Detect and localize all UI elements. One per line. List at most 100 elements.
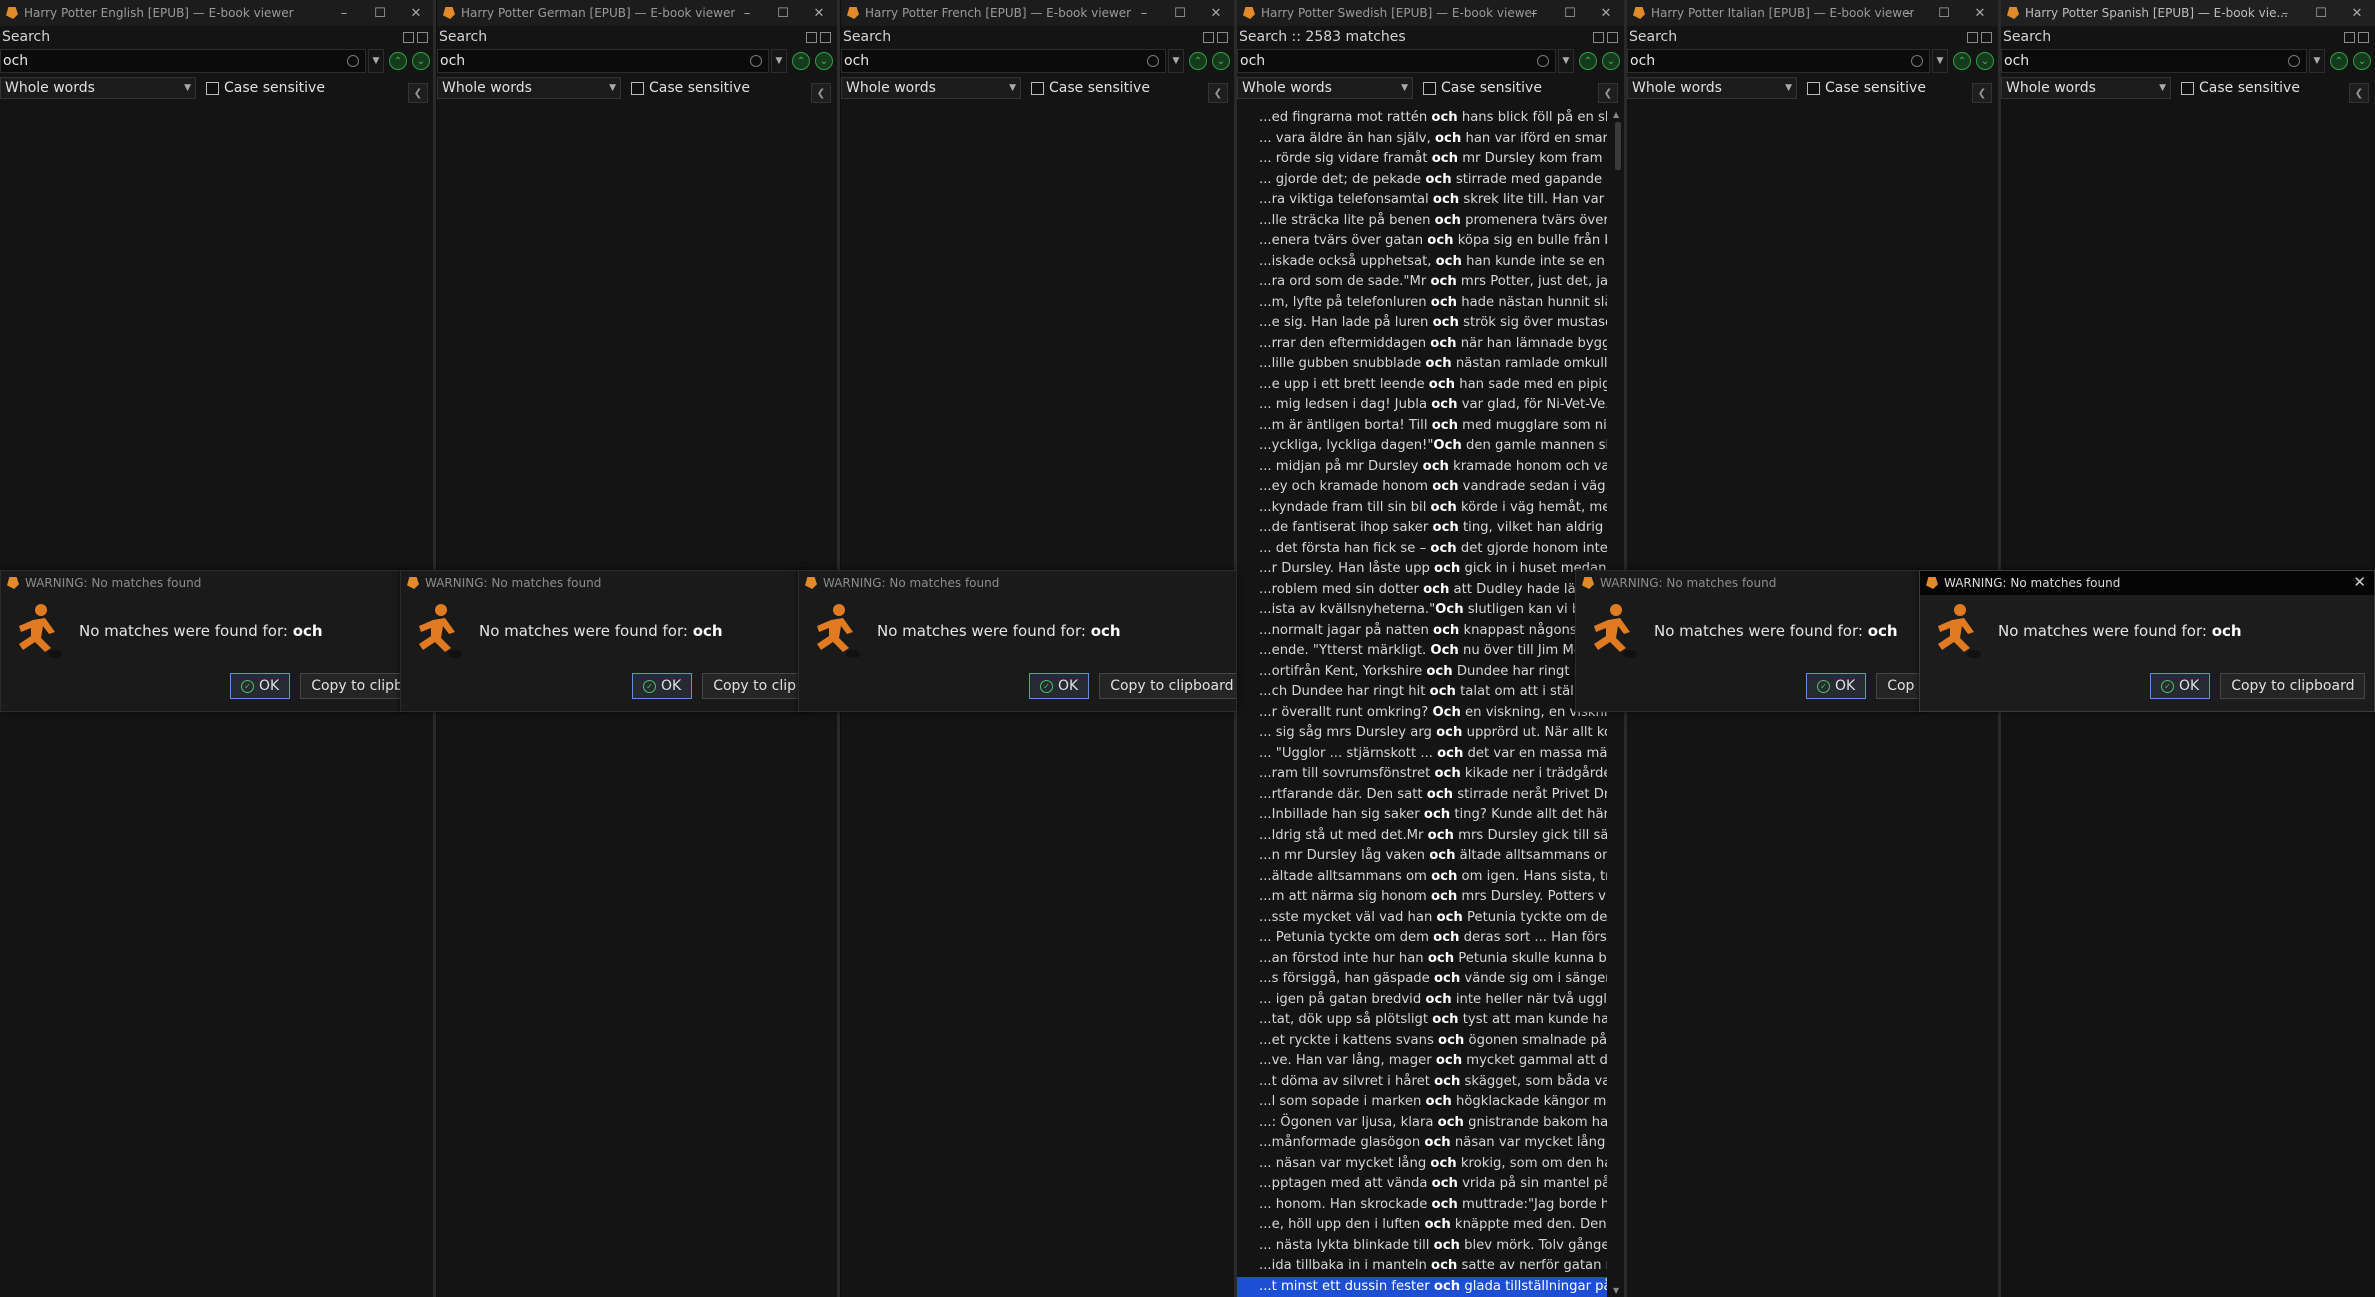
maximize-icon[interactable]: ☐ [1552, 6, 1588, 21]
back-arrow-icon[interactable]: ❮ [1972, 83, 1992, 103]
back-arrow-icon[interactable]: ❮ [1598, 83, 1618, 103]
case-sensitive-checkbox[interactable]: Case sensitive [1807, 80, 1926, 96]
search-result-item[interactable]: ... mig ledsen i dag! Jubla och var glad… [1237, 395, 1607, 416]
close-icon[interactable]: ✕ [398, 6, 434, 21]
scrollbar-thumb[interactable] [1615, 122, 1621, 170]
search-result-item[interactable]: ... igen på gatan bredvid och inte helle… [1237, 990, 1607, 1011]
search-input[interactable] [1, 52, 365, 70]
close-panel-icon[interactable] [820, 31, 831, 43]
search-mode-select[interactable]: Whole words ▼ [2001, 77, 2171, 99]
case-sensitive-checkbox[interactable]: Case sensitive [1031, 80, 1150, 96]
copy-to-clipboard-button[interactable]: Copy to clipb [300, 673, 405, 699]
clear-search-icon[interactable] [1537, 55, 1549, 67]
search-result-item[interactable]: ...ra viktiga telefonsamtal och skrek li… [1237, 190, 1607, 211]
search-result-item[interactable]: ...ista av kvällsnyheterna."Och slutlige… [1237, 600, 1607, 621]
close-panel-icon[interactable] [1217, 31, 1228, 43]
search-result-item[interactable]: ...de fantiserat ihop saker och ting, vi… [1237, 518, 1607, 539]
search-result-item[interactable]: ... honom. Han skrockade och muttrade:"J… [1237, 1195, 1607, 1216]
find-next-button[interactable]: ⌄ [2353, 52, 2371, 70]
back-arrow-icon[interactable]: ❮ [1208, 83, 1228, 103]
close-icon[interactable]: ✕ [1198, 6, 1234, 21]
search-result-item[interactable]: ... Petunia tyckte om dem och deras sort… [1237, 928, 1607, 949]
find-previous-button[interactable]: ⌃ [389, 52, 407, 70]
search-result-item[interactable]: ...: Ögonen var ljusa, klara och gnistra… [1237, 1113, 1607, 1134]
close-panel-icon[interactable] [2358, 31, 2369, 43]
clear-search-icon[interactable] [1911, 55, 1923, 67]
scroll-up-icon[interactable]: ▲ [1613, 110, 1619, 119]
maximize-icon[interactable]: ☐ [362, 6, 398, 21]
search-result-item[interactable]: ...e sig. Han lade på luren och strök si… [1237, 313, 1607, 334]
titlebar[interactable]: Harry Potter German [EPUB] — E-book view… [437, 0, 837, 26]
back-arrow-icon[interactable]: ❮ [811, 83, 831, 103]
search-result-item[interactable]: ...rtfarande där. Den satt och stirrade … [1237, 785, 1607, 806]
search-result-item[interactable]: ...ve. Han var lång, mager och mycket ga… [1237, 1051, 1607, 1072]
ok-button[interactable]: ✓ OK [1806, 673, 1867, 699]
ok-button[interactable]: ✓ OK [1029, 673, 1090, 699]
search-result-item[interactable]: ... sig såg mrs Dursley arg och upprörd … [1237, 723, 1607, 744]
search-input[interactable] [842, 52, 1165, 70]
search-result-item[interactable]: ...et ryckte i kattens svans och ögonen … [1237, 1031, 1607, 1052]
maximize-icon[interactable]: ☐ [1162, 6, 1198, 21]
clear-search-icon[interactable] [1147, 55, 1159, 67]
case-sensitive-checkbox[interactable]: Case sensitive [2181, 80, 2300, 96]
search-mode-select[interactable]: Whole words ▼ [1627, 77, 1797, 99]
close-icon[interactable]: ✕ [1588, 6, 1624, 21]
search-result-item[interactable]: ...e upp i ett brett leende och han sade… [1237, 375, 1607, 396]
search-result-item[interactable]: ...sste mycket väl vad han och Petunia t… [1237, 908, 1607, 929]
search-input[interactable] [1238, 52, 1555, 70]
search-result-item[interactable]: ...lle sträcka lite på benen och promene… [1237, 211, 1607, 232]
close-icon[interactable]: ✕ [2353, 573, 2366, 591]
search-result-item[interactable]: ...r överallt runt omkring? Och en viskn… [1237, 703, 1607, 724]
search-result-item[interactable]: ...m, lyfte på telefonluren och hade näs… [1237, 293, 1607, 314]
search-result-item[interactable]: ...yckliga, lyckliga dagen!"Och den gaml… [1237, 436, 1607, 457]
search-result-item[interactable]: ...enera tvärs över gatan och köpa sig e… [1237, 231, 1607, 252]
ok-button[interactable]: ✓ OK [2150, 673, 2211, 699]
search-result-item[interactable]: ...n mr Dursley låg vaken och ältade all… [1237, 846, 1607, 867]
search-result-item[interactable]: ...ra ord som de sade."Mr och mrs Potter… [1237, 272, 1607, 293]
search-result-item[interactable]: ...m att närma sig honom och mrs Dursley… [1237, 887, 1607, 908]
minimize-icon[interactable]: – [326, 6, 362, 21]
close-panel-icon[interactable] [1607, 31, 1618, 43]
search-result-item[interactable]: ...m är äntligen borta! Till och med mug… [1237, 416, 1607, 437]
clear-search-icon[interactable] [750, 55, 762, 67]
history-dropdown-icon[interactable]: ▼ [1932, 49, 1948, 73]
close-icon[interactable]: ✕ [801, 6, 837, 21]
search-result-item[interactable]: ...pptagen med att vända och vrida på si… [1237, 1174, 1607, 1195]
clear-search-icon[interactable] [2288, 55, 2300, 67]
search-result-item[interactable]: ...t döma av silvret i håret och skägget… [1237, 1072, 1607, 1093]
close-panel-icon[interactable] [417, 31, 428, 43]
find-next-button[interactable]: ⌄ [1212, 52, 1230, 70]
maximize-icon[interactable]: ☐ [765, 6, 801, 21]
float-panel-icon[interactable] [1967, 31, 1978, 43]
find-next-button[interactable]: ⌄ [412, 52, 430, 70]
clear-search-icon[interactable] [347, 55, 359, 67]
search-result-item[interactable]: ...t minst ett dussin fester och glada t… [1237, 1276, 1607, 1297]
search-mode-select[interactable]: Whole words ▼ [1237, 77, 1413, 99]
close-icon[interactable]: ✕ [2339, 6, 2375, 21]
history-dropdown-icon[interactable]: ▼ [1168, 49, 1184, 73]
titlebar[interactable]: Harry Potter Italian [EPUB] — E-book vie… [1627, 0, 1998, 26]
search-input[interactable] [2002, 52, 2306, 70]
search-mode-select[interactable]: Whole words ▼ [841, 77, 1021, 99]
minimize-icon[interactable]: – [1516, 6, 1552, 21]
search-result-item[interactable]: ... midjan på mr Dursley och kramade hon… [1237, 457, 1607, 478]
float-panel-icon[interactable] [1593, 31, 1604, 43]
search-result-item[interactable]: ...månformade glasögon och näsan var myc… [1237, 1133, 1607, 1154]
search-result-item[interactable]: ...ende. "Ytterst märkligt. Och nu över … [1237, 641, 1607, 662]
history-dropdown-icon[interactable]: ▼ [771, 49, 787, 73]
search-input[interactable] [1628, 52, 1929, 70]
ok-button[interactable]: ✓ OK [632, 673, 693, 699]
minimize-icon[interactable]: – [729, 6, 765, 21]
search-result-item[interactable]: ... rörde sig vidare framåt och mr Dursl… [1237, 149, 1607, 170]
search-results-list[interactable]: ...ed fingrarna mot rattén och hans blic… [1237, 108, 1607, 1297]
copy-to-clipboard-button[interactable]: Cop [1876, 673, 1924, 699]
copy-to-clipboard-button[interactable]: Copy to clipboard [1099, 673, 1236, 699]
search-result-item[interactable]: ...e, höll upp den i luften och knäppte … [1237, 1215, 1607, 1236]
find-previous-button[interactable]: ⌃ [1579, 52, 1597, 70]
case-sensitive-checkbox[interactable]: Case sensitive [1423, 80, 1542, 96]
search-result-item[interactable]: ...ida tillbaka in i manteln och satte a… [1237, 1256, 1607, 1277]
back-arrow-icon[interactable]: ❮ [2349, 83, 2369, 103]
maximize-icon[interactable]: ☐ [2303, 6, 2339, 21]
search-mode-select[interactable]: Whole words ▼ [0, 77, 196, 99]
search-result-item[interactable]: ... gjorde det; de pekade och stirrade m… [1237, 170, 1607, 191]
